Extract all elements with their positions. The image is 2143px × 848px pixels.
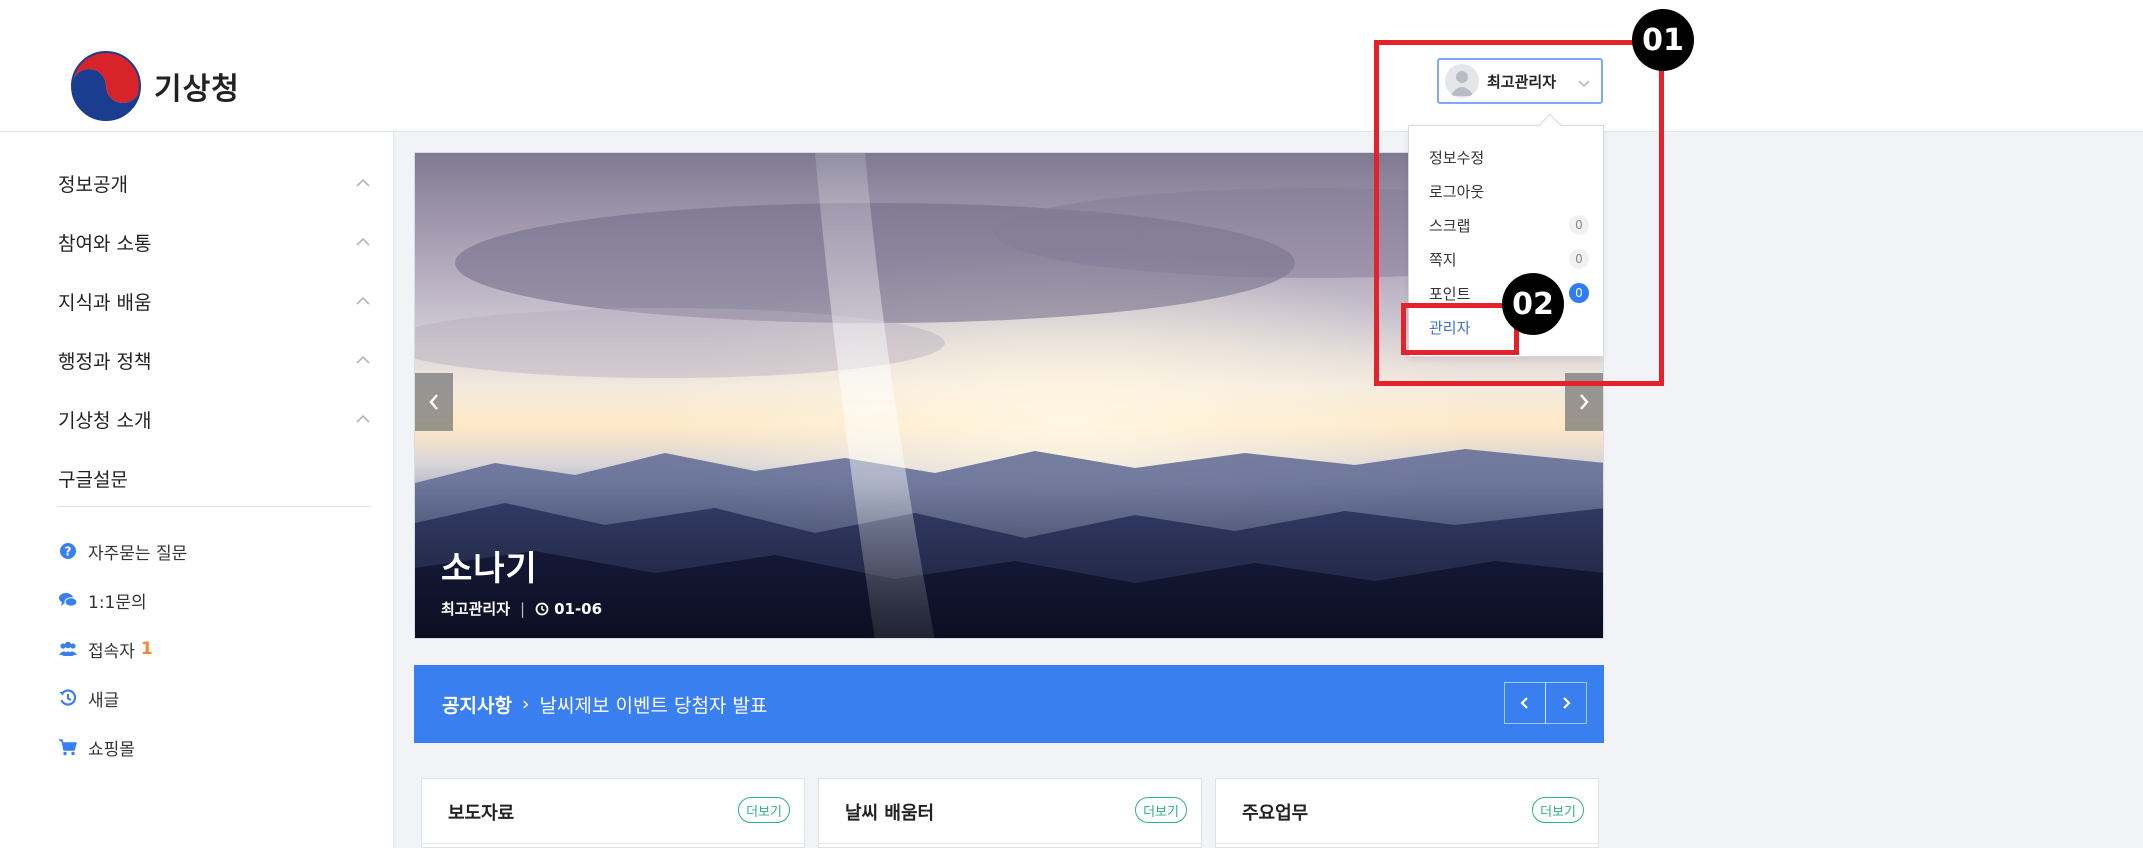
notice-text[interactable]: 날씨제보 이벤트 당첨자 발표 [540,691,768,718]
more-button[interactable]: 더보기 [738,797,790,823]
quick-link-label: 새글 [88,690,120,711]
board-press-release: 보도자료 더보기 [421,778,805,848]
board-weather-learning: 날씨 배움터 더보기 [818,778,1202,848]
logo[interactable]: 기상청 [70,50,240,122]
quick-link-inquiry[interactable]: 1:1문의 [58,583,147,617]
banner-prev-button[interactable] [415,373,453,431]
board-title[interactable]: 날씨 배움터 [845,799,934,825]
sidebar-item-google-survey[interactable]: 구글설문 [58,458,372,498]
sidebar-item-about[interactable]: 기상청 소개 [58,399,372,439]
chevron-up-icon [356,296,370,305]
more-button[interactable]: 더보기 [1135,797,1187,823]
header: 기상청 [0,0,2143,132]
banner-title[interactable]: 소나기 [441,541,602,590]
banner-caption: 소나기 최고관리자 | 01-06 [441,541,602,619]
board-divider [819,843,1201,844]
history-icon [58,688,78,708]
sidebar-item-knowledge[interactable]: 지식과 배움 [58,281,372,321]
notice-title: 공지사항 [442,694,512,717]
quick-link-label: 1:1문의 [88,592,147,613]
quick-link-label: 쇼핑몰 [88,739,135,760]
chevron-up-icon [356,237,370,246]
board-title[interactable]: 보도자료 [448,799,514,825]
chat-bubbles-icon [58,590,78,610]
clock-icon [535,602,549,615]
sidebar-item-label: 구글설문 [58,468,128,491]
chevron-right-icon [1580,394,1589,410]
meta-separator: | [520,599,526,618]
chevron-up-icon [356,178,370,187]
quick-link-label: 접속자 [88,641,135,662]
question-circle-icon: ? [58,541,78,561]
board-main-tasks: 주요업무 더보기 [1215,778,1599,848]
chevron-up-icon [356,414,370,423]
board-divider [1216,843,1598,844]
cart-icon [58,737,78,757]
sidebar-item-label: 참여와 소통 [58,232,152,255]
banner-meta: 최고관리자 | 01-06 [441,598,602,619]
quick-link-visitors[interactable]: 접속자 1 [58,632,153,666]
banner-author: 최고관리자 [441,600,511,618]
annotation-badge-2: 02 [1502,273,1564,335]
users-icon [58,639,78,659]
board-divider [422,843,804,844]
notice-prev-button[interactable] [1504,682,1546,724]
sidebar-item-label: 행정과 정책 [58,350,152,373]
chevron-right-icon: › [521,693,530,715]
quick-link-new-posts[interactable]: 새글 [58,681,119,715]
sidebar-item-label: 지식과 배움 [58,291,152,314]
svg-text:?: ? [65,545,72,559]
chevron-left-icon [1520,697,1528,709]
sidebar-item-label: 정보공개 [58,173,128,196]
more-button[interactable]: 더보기 [1532,797,1584,823]
annotation-badge-1: 01 [1632,9,1694,71]
notice-bar[interactable]: 공지사항 › 날씨제보 이벤트 당첨자 발표 [414,665,1604,743]
notice-next-button[interactable] [1545,682,1587,724]
banner-date: 01-06 [554,599,603,618]
kma-emblem-icon [71,51,141,121]
sidebar-item-participation[interactable]: 참여와 소통 [58,222,372,262]
board-title[interactable]: 주요업무 [1242,799,1308,825]
sidebar-item-label: 기상청 소개 [58,409,152,432]
annotation-box-2 [1401,303,1519,355]
chevron-right-icon [1563,697,1571,709]
sidebar-item-info-disclosure[interactable]: 정보공개 [58,163,372,203]
logo-text: 기상청 [154,72,240,107]
visitor-count: 1 [140,639,153,659]
chevron-up-icon [356,355,370,364]
quick-link-shopping[interactable]: 쇼핑몰 [58,730,135,764]
quick-link-label: 자주묻는 질문 [88,543,188,564]
quick-link-faq[interactable]: ? 자주묻는 질문 [58,534,187,568]
sidebar-item-policy[interactable]: 행정과 정책 [58,340,372,380]
chevron-left-icon [429,394,438,410]
sidebar-divider [58,506,372,507]
